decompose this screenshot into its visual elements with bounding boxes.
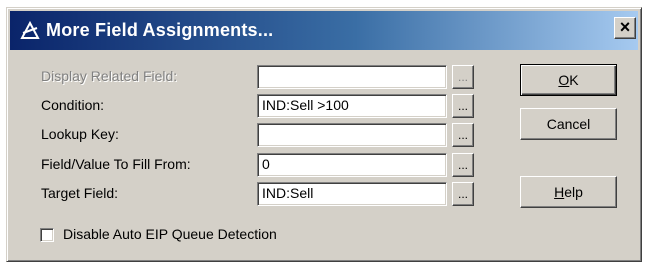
close-icon: ×: [619, 17, 631, 37]
help-label: elp: [564, 184, 583, 200]
target-field-browse-button[interactable]: ...: [452, 182, 474, 206]
display-related-field-browse-button: ...: [452, 65, 474, 89]
condition-input[interactable]: IND:Sell >100: [257, 94, 447, 118]
close-button[interactable]: ×: [614, 17, 636, 39]
target-field-label: Target Field:: [41, 185, 119, 201]
disable-auto-eip-label[interactable]: Disable Auto EIP Queue Detection: [63, 226, 277, 242]
lookup-key-input[interactable]: [257, 123, 447, 147]
cancel-button[interactable]: Cancel: [520, 108, 617, 140]
ok-button[interactable]: OK: [520, 64, 617, 96]
lookup-key-browse-button[interactable]: ...: [452, 123, 474, 147]
more-field-assignments-dialog: More Field Assignments... × Display Rela…: [6, 7, 642, 262]
dialog-title: More Field Assignments...: [46, 20, 274, 40]
help-mnemonic: H: [554, 184, 565, 200]
target-field-input[interactable]: IND:Sell: [257, 182, 447, 206]
help-button[interactable]: Help: [520, 176, 617, 208]
disable-auto-eip-checkbox[interactable]: [40, 228, 54, 242]
display-related-field-label: Display Related Field:: [41, 68, 178, 84]
ok-label: K: [569, 72, 579, 88]
app-logo-icon: [20, 21, 40, 39]
page: More Field Assignments... × Display Rela…: [0, 0, 645, 267]
display-related-field-input: [257, 65, 447, 89]
fill-from-browse-button[interactable]: ...: [452, 153, 474, 177]
condition-label: Condition:: [41, 97, 105, 113]
ok-mnemonic: O: [558, 72, 570, 88]
title-bar[interactable]: More Field Assignments... ×: [10, 11, 638, 50]
fill-from-label: Field/Value To Fill From:: [41, 156, 191, 172]
fill-from-input[interactable]: 0: [257, 153, 447, 177]
condition-browse-button[interactable]: ...: [452, 94, 474, 118]
lookup-key-label: Lookup Key:: [41, 126, 119, 142]
